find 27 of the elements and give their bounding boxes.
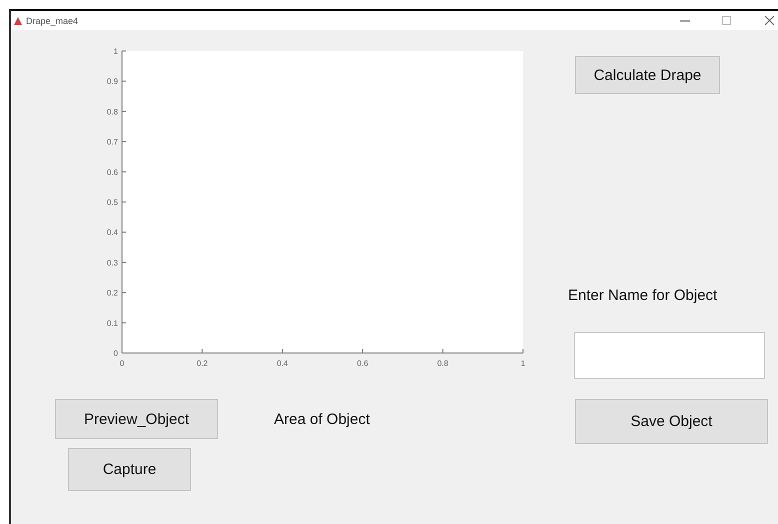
y-tick-label: 0.9: [106, 77, 118, 86]
window-title: Drape_mae4: [26, 16, 80, 26]
y-tick-label: 0.6: [106, 168, 118, 177]
preview-object-button[interactable]: Preview_Object: [55, 399, 218, 439]
name-input-field[interactable]: [574, 332, 765, 379]
x-tick-label: 0.4: [276, 359, 288, 368]
y-tick-label: 0.7: [106, 138, 118, 147]
x-tick-label: 1: [520, 359, 526, 368]
y-tick-label: 1: [114, 47, 118, 56]
area-label: Area of Object: [274, 410, 370, 428]
y-tick-label: 0.5: [106, 198, 118, 207]
x-tick-label: 0: [120, 359, 124, 368]
y-tick-label: 0.3: [106, 258, 118, 268]
y-tick-label: 0.1: [106, 318, 118, 328]
y-tick-label: 0.4: [106, 228, 118, 238]
x-tick-label: 0.2: [196, 359, 208, 368]
calculate-drape-button[interactable]: Calculate Drape: [575, 56, 720, 94]
capture-button[interactable]: Capture: [68, 448, 191, 491]
y-tick-label: 0.8: [106, 107, 118, 116]
x-tick-label: 0.6: [357, 359, 368, 368]
app-icon: [14, 16, 22, 24]
y-tick-label: 0.2: [106, 288, 118, 298]
save-object-button[interactable]: Save Object: [575, 399, 768, 444]
name-label: Enter Name for Object: [568, 287, 718, 304]
y-tick-label: 0: [114, 349, 118, 358]
close-icon[interactable]: [765, 16, 774, 25]
x-tick-label: 0.8: [437, 359, 448, 368]
